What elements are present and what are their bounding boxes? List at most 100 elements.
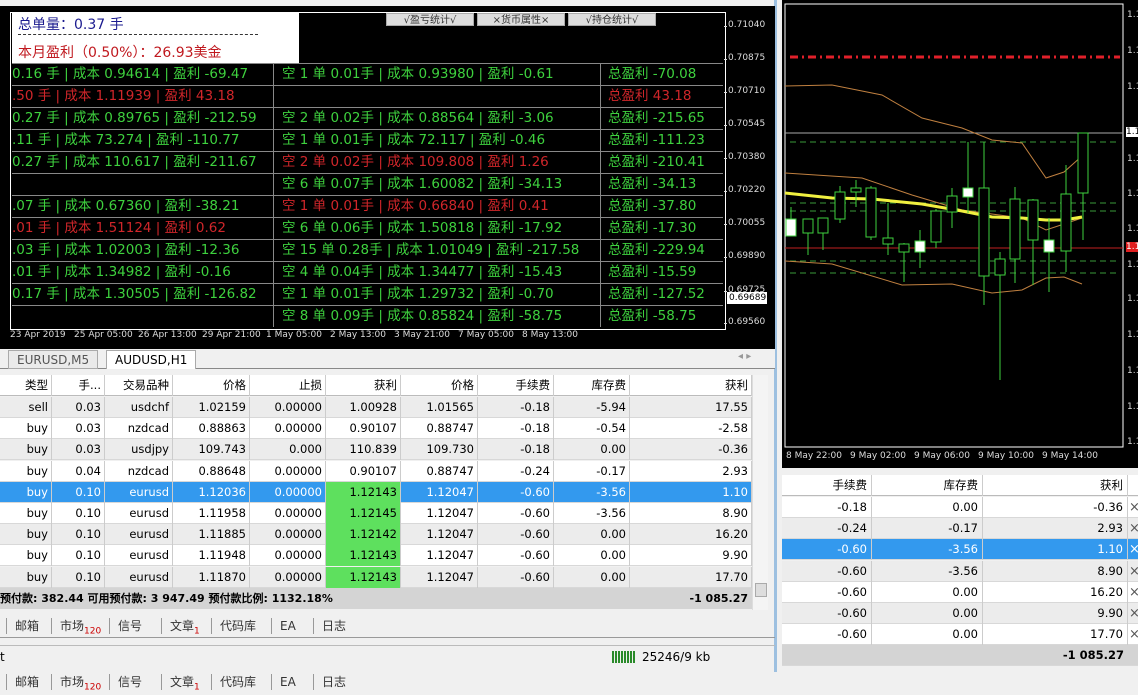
candle-body [1009, 198, 1021, 260]
column-header[interactable]: 获利 [630, 375, 752, 396]
table-row[interactable]: buy 0.03 nzdcad 0.88863 0.00000 0.90107 0.8874… [0, 418, 752, 440]
time-tick: 2 May 13:00 [330, 330, 386, 340]
table-scrollbar[interactable] [752, 375, 768, 610]
table-row[interactable]: buy 0.10 eurusd 1.11870 0.00000 1.12143 1.1204… [0, 566, 752, 588]
table-row[interactable]: -0.60 0.00 9.90 × [782, 603, 1138, 624]
cell: -0.24 [478, 460, 554, 482]
cell: 1.01565 [401, 397, 478, 418]
account-summary: 预付款: 382.44 可用预付款: 3 947.49 预付款比例: 1132.… [0, 588, 752, 609]
tab-audusd-h1[interactable]: AUDUSD,H1 [106, 350, 197, 369]
close-icon[interactable]: × [1129, 585, 1138, 600]
column-header[interactable]: 类型 [0, 375, 52, 396]
status-text: t [0, 650, 5, 664]
tab-6[interactable]: 日志 [313, 618, 354, 634]
cell: 0.00 [554, 439, 630, 461]
short-position-cell: 空 8 单 0.09手 | 成本 0.85824 | 盈利 -58.75 [273, 306, 600, 327]
table-row[interactable]: -0.60 0.00 17.70 × [782, 624, 1138, 646]
tab-5[interactable]: EA [271, 674, 304, 690]
table-row[interactable]: buy 0.10 eurusd 1.12036 0.00000 1.12143 1.1204… [0, 481, 752, 503]
cell: 1.12047 [401, 503, 478, 524]
time-tick: 9 May 06:00 [914, 451, 970, 461]
tab-4[interactable]: 代码库 [211, 674, 264, 690]
close-icon[interactable]: × [1129, 606, 1138, 621]
cell: 0.88747 [401, 460, 478, 482]
column-header[interactable]: 手... [52, 375, 105, 396]
time-tick: 7 May 05:00 [458, 330, 514, 340]
tab-0[interactable]: 邮箱 [6, 674, 47, 690]
candle-body [994, 258, 1006, 276]
currency-props-button[interactable]: ×货币属性× [477, 13, 565, 26]
cell: -0.24 [782, 518, 872, 540]
tab-eurusd-m5[interactable]: EURUSD,M5 [8, 350, 99, 369]
price-tick: 1.1 [1127, 224, 1138, 234]
tab-2[interactable]: 信号 [109, 674, 150, 690]
column-header[interactable]: 获利 [983, 475, 1128, 496]
tab-1[interactable]: 市场120 [51, 618, 109, 636]
table-row[interactable]: sell 0.03 usdchf 1.02159 0.00000 1.00928 1.015… [0, 397, 752, 418]
close-icon[interactable]: × [1129, 627, 1138, 642]
close-icon[interactable]: × [1129, 500, 1138, 515]
column-header[interactable]: 库存费 [554, 375, 630, 396]
column-header[interactable]: 止损 [250, 375, 326, 396]
long-position-cell: 0.27 手 | 成本 0.89765 | 盈利 -212.59 [12, 108, 273, 129]
cell: 0.00000 [250, 397, 326, 418]
cell: 16.20 [630, 524, 752, 546]
table-row[interactable]: -0.24 -0.17 2.93 × [782, 518, 1138, 540]
cell: eurusd [105, 566, 173, 588]
table-row[interactable]: buy 0.10 eurusd 1.11948 0.00000 1.12143 1.1204… [0, 545, 752, 567]
cell: 1.12142 [326, 524, 401, 546]
scrollbar-thumb[interactable] [755, 583, 767, 597]
tab-3[interactable]: 文章1 [161, 674, 208, 693]
cell: 1.11870 [173, 566, 250, 588]
price-tick: 1.1 [1127, 260, 1138, 270]
price-tick: 0.70710 [723, 86, 766, 96]
cell: nzdcad [105, 460, 173, 482]
cell: 0.03 [52, 418, 105, 440]
long-position-text: .50 手 | 成本 1.11939 | 盈利 43.18 [12, 88, 235, 104]
close-icon[interactable]: × [1129, 521, 1138, 536]
table-row[interactable]: -0.60 -3.56 1.10 × [782, 539, 1138, 561]
cell: -0.60 [478, 545, 554, 567]
short-position-cell: 空 4 单 0.04手 | 成本 1.34477 | 盈利 -15.43 [273, 262, 600, 283]
cell: 1.02159 [173, 397, 250, 418]
cell: 0.00 [554, 566, 630, 588]
eurusd-chart[interactable]: 1.1 1.1 1.1 1.1 1.1 1.1 1.1 1.1 1.1 1.1 1.1 1.1 1.1 1… [782, 0, 1138, 468]
tab-0[interactable]: 邮箱 [6, 618, 47, 634]
table-row[interactable]: buy 0.10 eurusd 1.11958 0.00000 1.12145 1.1204… [0, 503, 752, 524]
price-tick: 1.1 [1127, 437, 1138, 447]
close-icon[interactable]: × [1129, 542, 1138, 557]
tab-2[interactable]: 信号 [109, 618, 150, 634]
column-header[interactable]: 交易品种 [105, 375, 173, 396]
column-header[interactable]: 手续费 [782, 475, 872, 496]
price-tick: 1.1 [1127, 294, 1138, 304]
cell: buy [0, 481, 52, 503]
tab-badge: 1 [194, 682, 200, 693]
column-header[interactable]: 库存费 [872, 475, 983, 496]
cell: buy [0, 503, 52, 524]
table-row[interactable]: buy 0.10 eurusd 1.11885 0.00000 1.12142 1.1204… [0, 524, 752, 546]
cell: 0.10 [52, 566, 105, 588]
table-row[interactable]: -0.60 0.00 16.20 × [782, 581, 1138, 603]
table-row[interactable]: -0.60 -3.56 8.90 × [782, 560, 1138, 582]
cell: -0.54 [554, 418, 630, 440]
tab-1[interactable]: 市场120 [51, 674, 109, 692]
cell: 109.743 [173, 439, 250, 461]
column-header[interactable]: 价格 [401, 375, 478, 396]
cell: 0.03 [52, 397, 105, 418]
profit-stats-button[interactable]: √盈亏统计√ [386, 13, 474, 26]
tab-5[interactable]: EA [271, 618, 304, 634]
tab-6[interactable]: 日志 [313, 674, 354, 690]
column-header[interactable]: 价格 [173, 375, 250, 396]
tab-scroll-arrows[interactable]: ◂ ▸ [738, 351, 751, 362]
position-stats-button[interactable]: √持仓统计√ [568, 13, 656, 26]
tab-4[interactable]: 代码库 [211, 618, 264, 634]
table-row[interactable]: buy 0.03 usdjpy 109.743 0.000 110.839 109.730-… [0, 439, 752, 461]
column-header[interactable]: 获利 [326, 375, 401, 396]
table-row[interactable]: buy 0.04 nzdcad 0.88648 0.00000 0.90107 0.8874… [0, 460, 752, 482]
cell: -3.56 [872, 539, 983, 561]
cell: usdjpy [105, 439, 173, 461]
table-row[interactable]: -0.18 0.00 -0.36 × [782, 497, 1138, 518]
tab-3[interactable]: 文章1 [161, 618, 208, 636]
column-header[interactable]: 手续费 [478, 375, 554, 396]
close-icon[interactable]: × [1129, 564, 1138, 579]
